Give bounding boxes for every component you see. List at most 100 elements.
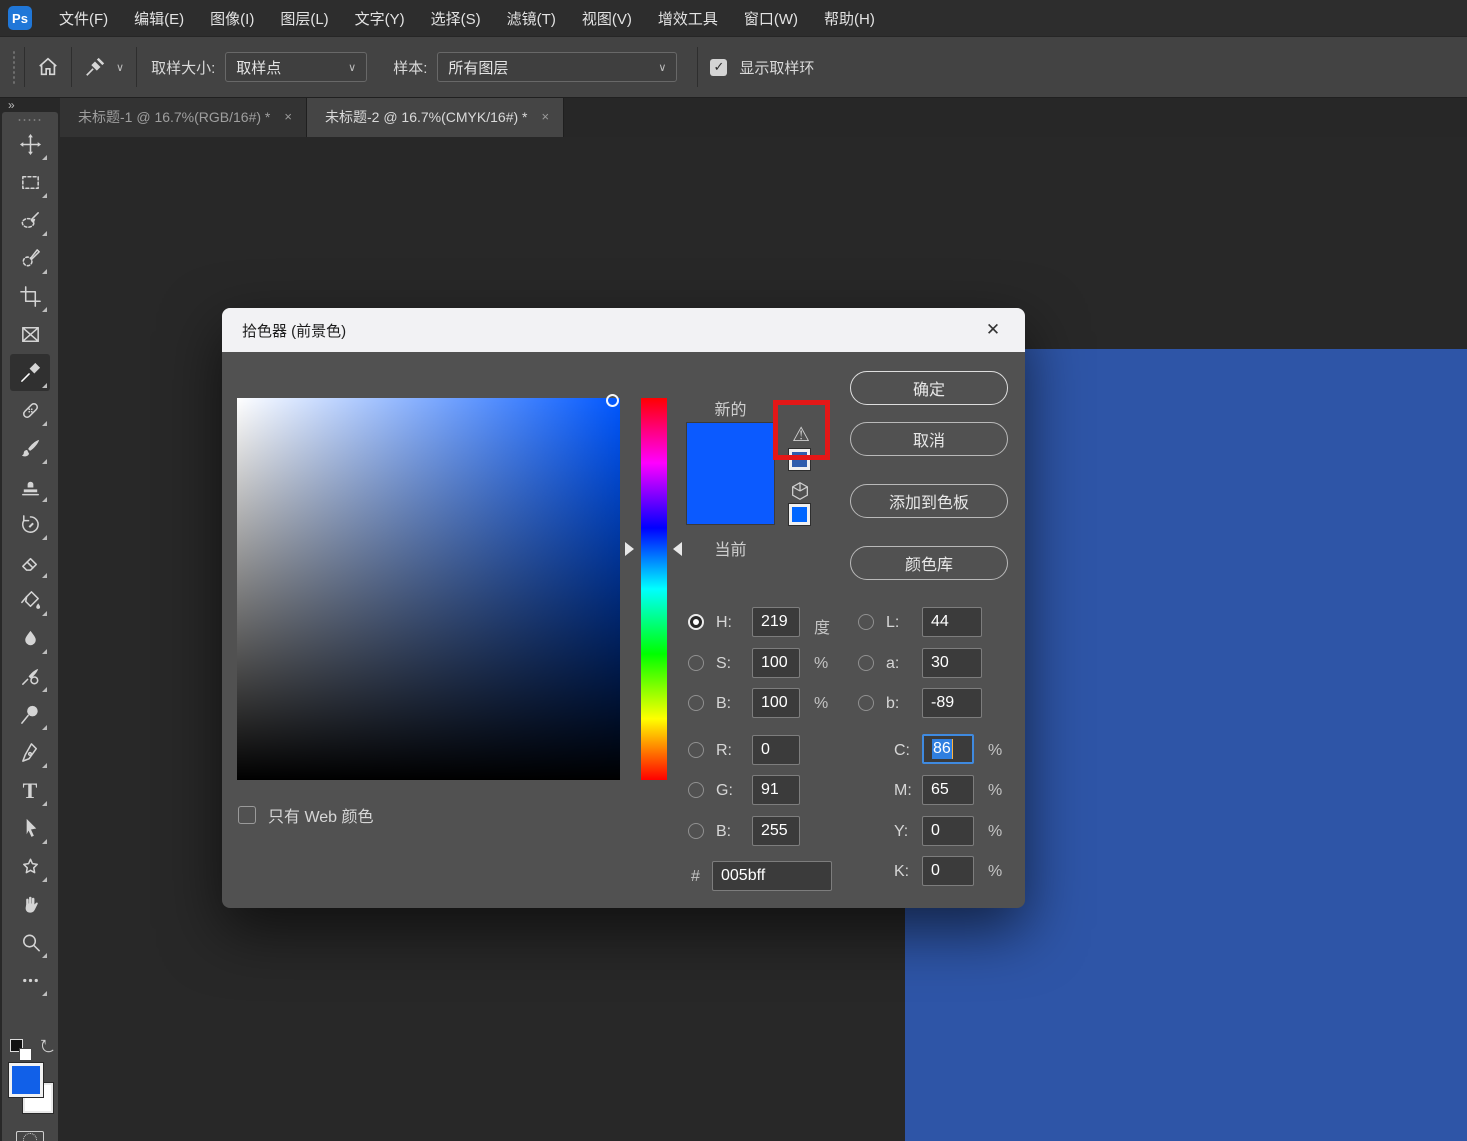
chevron-down-icon[interactable]: ∨ xyxy=(116,61,124,74)
b-input[interactable]: 100 xyxy=(752,688,800,718)
color-wells: ⤾ xyxy=(2,1031,58,1141)
eyedropper-preset-icon[interactable]: ∨ xyxy=(84,56,124,78)
hue-slider[interactable] xyxy=(641,398,667,780)
zoom-tool[interactable] xyxy=(10,924,50,961)
c-input[interactable]: 86 xyxy=(922,734,974,764)
options-grip xyxy=(12,50,16,84)
web-color-cube-icon[interactable] xyxy=(789,480,811,502)
r-input[interactable]: 0 xyxy=(752,735,800,765)
add-to-swatches-button[interactable]: 添加到色板 xyxy=(850,484,1008,518)
close-icon[interactable]: × xyxy=(541,109,549,124)
radio-s[interactable] xyxy=(688,655,704,671)
a-input[interactable]: 30 xyxy=(922,648,982,678)
g-input[interactable]: 91 xyxy=(752,775,800,805)
radio-g[interactable] xyxy=(688,782,704,798)
mixer-brush-tool[interactable] xyxy=(10,658,50,695)
y-input[interactable]: 0 xyxy=(922,816,974,846)
sample-size-label: 取样大小: xyxy=(151,57,215,78)
saturation-brightness-field[interactable] xyxy=(237,398,620,780)
dialog-title: 拾色器 (前景色) xyxy=(242,320,346,341)
hand-tool[interactable] xyxy=(10,886,50,923)
menu-help[interactable]: 帮助(H) xyxy=(811,0,888,36)
path-selection-tool[interactable] xyxy=(10,810,50,847)
m-input[interactable]: 65 xyxy=(922,775,974,805)
menu-window[interactable]: 窗口(W) xyxy=(731,0,811,36)
clone-stamp-tool[interactable] xyxy=(10,468,50,505)
quick-mask-button[interactable] xyxy=(16,1131,44,1141)
rectangular-marquee-tool[interactable] xyxy=(10,164,50,201)
document-tab-bar: 未标题-1 @ 16.7%(RGB/16#) * × 未标题-2 @ 16.7%… xyxy=(60,96,1467,137)
foreground-color-swatch[interactable] xyxy=(9,1063,43,1097)
blur-tool[interactable] xyxy=(10,620,50,657)
close-icon[interactable]: ✕ xyxy=(973,308,1013,352)
custom-shape-tool[interactable] xyxy=(10,848,50,885)
web-colors-only-checkbox[interactable] xyxy=(238,806,256,824)
rgb-b-input[interactable]: 255 xyxy=(752,816,800,846)
home-icon[interactable] xyxy=(37,56,59,78)
cancel-button[interactable]: 取消 xyxy=(850,422,1008,456)
type-tool[interactable]: T xyxy=(10,772,50,809)
menu-select[interactable]: 选择(S) xyxy=(418,0,494,36)
l-label: L: xyxy=(886,614,920,632)
hex-input[interactable]: 005bff xyxy=(712,861,832,891)
current-color-swatch[interactable] xyxy=(687,476,774,524)
menu-file[interactable]: 文件(F) xyxy=(46,0,121,36)
sample-size-dropdown[interactable]: 取样点∨ xyxy=(225,52,367,82)
dialog-title-bar[interactable]: 拾色器 (前景色) ✕ xyxy=(222,308,1025,352)
radio-lab-b[interactable] xyxy=(858,695,874,711)
photoshop-window: Ps 文件(F) 编辑(E) 图像(I) 图层(L) 文字(Y) 选择(S) 滤… xyxy=(0,0,1467,1141)
sample-dropdown[interactable]: 所有图层∨ xyxy=(437,52,677,82)
k-input[interactable]: 0 xyxy=(922,856,974,886)
eyedropper-tool[interactable] xyxy=(10,354,50,391)
web-colors-only-row: 只有 Web 颜色 xyxy=(238,803,374,827)
g-label: G: xyxy=(716,782,750,800)
web-proxy-swatch[interactable] xyxy=(789,504,810,525)
panel-collapse-chevrons[interactable]: » xyxy=(8,98,16,112)
color-field-marker[interactable] xyxy=(606,394,619,407)
radio-a[interactable] xyxy=(858,655,874,671)
hue-slider-handle-left[interactable] xyxy=(625,542,634,556)
eraser-tool[interactable] xyxy=(10,544,50,581)
s-input[interactable]: 100 xyxy=(752,648,800,678)
ok-button[interactable]: 确定 xyxy=(850,371,1008,405)
show-sampling-ring-checkbox[interactable]: ✓ xyxy=(710,59,727,76)
brush-tool[interactable] xyxy=(10,430,50,467)
k-unit: % xyxy=(988,863,1002,881)
current-color-label: 当前 xyxy=(686,536,775,560)
radio-r[interactable] xyxy=(688,742,704,758)
hue-slider-handle-right[interactable] xyxy=(673,542,682,556)
radio-l[interactable] xyxy=(858,614,874,630)
lab-b-input[interactable]: -89 xyxy=(922,688,982,718)
history-brush-tool[interactable] xyxy=(10,506,50,543)
menu-layer[interactable]: 图层(L) xyxy=(267,0,341,36)
default-colors-icon[interactable] xyxy=(10,1039,32,1061)
radio-b[interactable] xyxy=(688,695,704,711)
dodge-tool[interactable] xyxy=(10,696,50,733)
close-icon[interactable]: × xyxy=(284,109,292,124)
l-input[interactable]: 44 xyxy=(922,607,982,637)
h-input[interactable]: 219 xyxy=(752,607,800,637)
quick-selection-tool[interactable] xyxy=(10,240,50,277)
color-libraries-button[interactable]: 颜色库 xyxy=(850,546,1008,580)
spot-healing-brush-tool[interactable] xyxy=(10,392,50,429)
paint-bucket-tool[interactable] xyxy=(10,582,50,619)
move-tool[interactable] xyxy=(10,126,50,163)
tab-title: 未标题-1 @ 16.7%(RGB/16#) * xyxy=(78,107,270,127)
tab-untitled-1[interactable]: 未标题-1 @ 16.7%(RGB/16#) * × xyxy=(60,96,307,137)
frame-tool[interactable] xyxy=(10,316,50,353)
tab-untitled-2[interactable]: 未标题-2 @ 16.7%(CMYK/16#) * × xyxy=(307,96,564,137)
radio-rgb-b[interactable] xyxy=(688,823,704,839)
swap-colors-icon[interactable]: ⤾ xyxy=(36,1039,54,1052)
crop-tool[interactable] xyxy=(10,278,50,315)
menu-plugins[interactable]: 增效工具 xyxy=(645,0,731,36)
menu-view[interactable]: 视图(V) xyxy=(569,0,645,36)
menu-type[interactable]: 文字(Y) xyxy=(342,0,418,36)
object-selection-tool[interactable] xyxy=(10,202,50,239)
menu-filter[interactable]: 滤镜(T) xyxy=(494,0,569,36)
menu-edit[interactable]: 编辑(E) xyxy=(121,0,197,36)
edit-toolbar-ellipsis[interactable] xyxy=(10,962,50,999)
radio-h[interactable] xyxy=(688,614,704,630)
c-unit: % xyxy=(988,742,1002,760)
menu-image[interactable]: 图像(I) xyxy=(197,0,267,36)
pen-tool[interactable] xyxy=(10,734,50,771)
